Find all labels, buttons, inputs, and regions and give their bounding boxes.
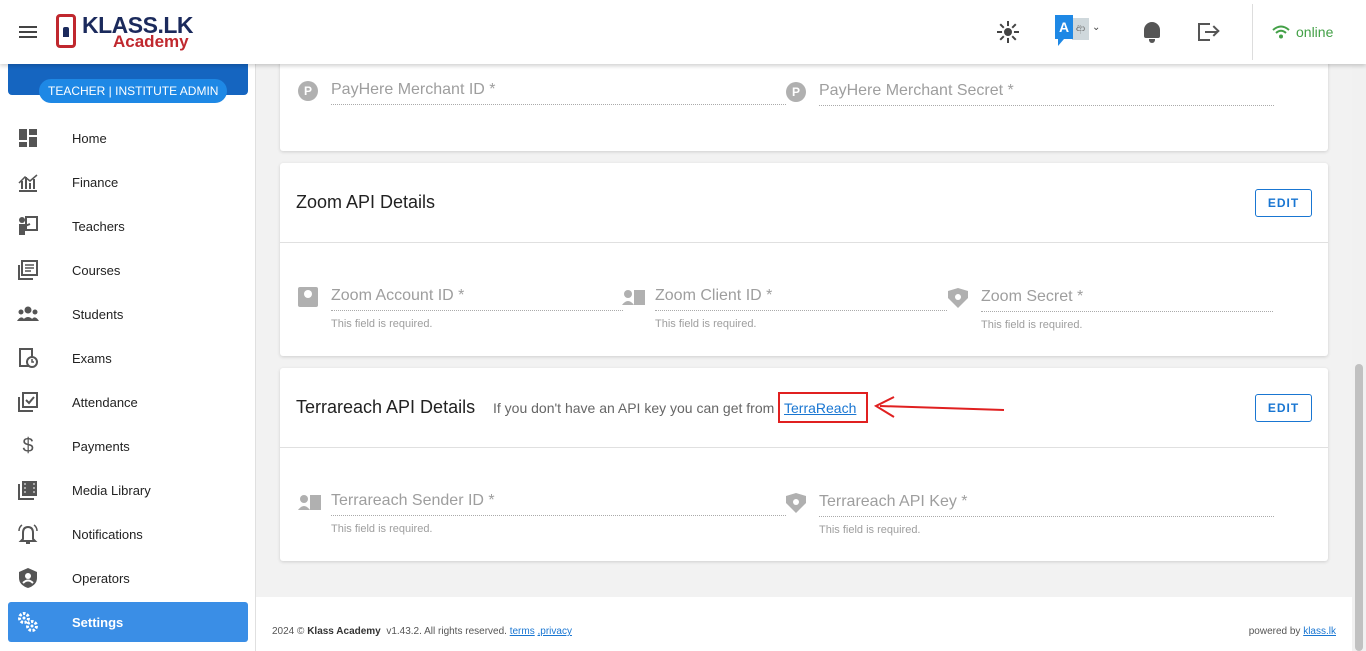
zoom-card-title: Zoom API Details xyxy=(296,192,436,212)
wifi-icon xyxy=(1272,25,1290,39)
sidebar-item-payments[interactable]: $ Payments xyxy=(0,424,256,468)
footer-year: 2024 © xyxy=(272,626,305,637)
required-error: This field is required. xyxy=(981,319,1083,331)
students-icon xyxy=(17,303,39,325)
annotation-arrow-icon xyxy=(873,396,1005,418)
teacher-icon xyxy=(17,215,39,237)
finance-chart-icon xyxy=(17,171,39,193)
page-scrollbar[interactable] xyxy=(1352,64,1366,651)
sidebar: TEACHER | INSTITUTE ADMIN Home Finance T… xyxy=(0,64,256,651)
annotation-highlight-box xyxy=(778,392,868,423)
zoom-secret-input[interactable]: Zoom Secret * xyxy=(981,284,1273,312)
sidebar-item-label: Attendance xyxy=(72,394,138,410)
translate-icon: A xyxy=(1055,15,1073,46)
toolbar-divider xyxy=(1252,4,1253,60)
shield-key-icon xyxy=(948,288,968,308)
zoom-account-id-input[interactable]: Zoom Account ID * xyxy=(331,283,623,311)
settings-gears-icon xyxy=(17,611,39,633)
terrareach-sender-id-input[interactable]: Terrareach Sender ID * xyxy=(331,488,786,516)
sidebar-item-label: Notifications xyxy=(72,526,143,542)
sidebar-item-teachers[interactable]: Teachers xyxy=(0,204,256,248)
sidebar-item-label: Finance xyxy=(72,174,119,190)
sidebar-item-label: Teachers xyxy=(72,218,125,234)
top-app-bar: KLASS.LK Academy ආ A ⌄ online xyxy=(0,0,1366,64)
sidebar-item-finance[interactable]: Finance xyxy=(0,160,256,204)
required-error: This field is required. xyxy=(331,523,433,535)
phone-logo-icon xyxy=(56,14,76,48)
required-error: This field is required. xyxy=(819,524,921,536)
zoom-card-header: Zoom API Details EDIT xyxy=(280,163,1328,243)
footer-powered: powered by klass.lk xyxy=(1249,626,1336,637)
required-error: This field is required. xyxy=(655,318,757,330)
powered-by-text: powered by xyxy=(1248,626,1301,637)
status-text: online xyxy=(1296,24,1334,40)
sidebar-item-settings[interactable]: Settings xyxy=(8,602,248,642)
scrollbar-thumb[interactable] xyxy=(1355,364,1363,651)
attendance-icon xyxy=(17,391,39,413)
sidebar-item-label: Settings xyxy=(72,614,124,630)
sidebar-item-exams[interactable]: Exams xyxy=(0,336,256,380)
klass-lk-link[interactable]: klass.lk xyxy=(1303,626,1336,637)
klass-logo[interactable]: KLASS.LK Academy xyxy=(55,12,195,53)
account-box-icon xyxy=(298,287,318,307)
terrareach-edit-button[interactable]: EDIT xyxy=(1255,394,1312,422)
footer: 2024 © Klass Academy v1.43.2. All rights… xyxy=(256,597,1352,651)
sidebar-item-label: Payments xyxy=(72,438,130,454)
sidebar-item-attendance[interactable]: Attendance xyxy=(0,380,256,424)
terrareach-card-title: Terrareach API Details xyxy=(296,397,476,417)
sidebar-item-home[interactable]: Home xyxy=(0,116,256,160)
badge-person-icon xyxy=(298,492,321,512)
zoom-api-card: Zoom API Details EDIT Zoom Account ID * … xyxy=(280,163,1328,356)
required-error: This field is required. xyxy=(331,318,433,330)
sidebar-item-notifications[interactable]: Notifications xyxy=(0,512,256,556)
courses-icon xyxy=(17,259,39,281)
shield-key-icon xyxy=(786,493,806,513)
theme-toggle-sun-icon[interactable] xyxy=(996,20,1020,44)
logout-icon[interactable] xyxy=(1196,20,1220,44)
media-icon xyxy=(17,479,39,501)
sidebar-item-students[interactable]: Students xyxy=(0,292,256,336)
sidebar-item-label: Students xyxy=(72,306,124,322)
operator-shield-icon xyxy=(17,567,39,589)
badge-person-icon xyxy=(622,287,645,307)
sidebar-item-label: Home xyxy=(72,130,107,146)
sidebar-item-label: Media Library xyxy=(72,482,151,498)
terrareach-api-key-input[interactable]: Terrareach API Key * xyxy=(819,489,1274,517)
terrareach-hint-text: If you don't have an API key you can get… xyxy=(493,400,775,416)
language-translate-button[interactable]: ආ A ⌄ xyxy=(1055,15,1105,49)
notifications-bell-icon[interactable] xyxy=(1140,20,1164,44)
payhere-merchant-id-input[interactable]: PayHere Merchant ID * xyxy=(331,77,786,105)
role-chip: TEACHER | INSTITUTE ADMIN xyxy=(39,79,228,103)
hamburger-menu-icon[interactable] xyxy=(16,20,40,44)
sidebar-item-label: Operators xyxy=(72,570,130,586)
payhere-card: P PayHere Merchant ID * P PayHere Mercha… xyxy=(280,54,1328,151)
sidebar-item-label: Courses xyxy=(72,262,121,278)
translate-icon-secondary: ආ xyxy=(1072,18,1089,40)
zoom-client-id-input[interactable]: Zoom Client ID * xyxy=(655,283,947,311)
sidebar-item-label: Exams xyxy=(72,350,112,366)
payhere-p-icon: P xyxy=(786,82,806,102)
sidebar-item-operators[interactable]: Operators xyxy=(0,556,256,600)
chevron-down-icon: ⌄ xyxy=(1092,22,1101,33)
sidebar-item-media-library[interactable]: Media Library xyxy=(0,468,256,512)
bell-alert-icon xyxy=(17,523,39,545)
logo-sub-text: Academy xyxy=(113,32,189,51)
dollar-icon: $ xyxy=(22,435,34,457)
exams-icon xyxy=(17,347,39,369)
footer-copyright: 2024 © Klass Academy v1.43.2. All rights… xyxy=(272,626,572,637)
sidebar-item-courses[interactable]: Courses xyxy=(0,248,256,292)
privacy-link[interactable]: ,privacy xyxy=(538,626,572,637)
footer-rights: v1.43.2. All rights reserved. xyxy=(386,626,507,637)
payhere-p-icon: P xyxy=(298,81,318,101)
main-content: P PayHere Merchant ID * P PayHere Mercha… xyxy=(256,54,1352,651)
terms-link[interactable]: terms xyxy=(510,626,535,637)
zoom-edit-button[interactable]: EDIT xyxy=(1255,189,1312,217)
payhere-merchant-secret-input[interactable]: PayHere Merchant Secret * xyxy=(819,78,1274,106)
connection-status: online xyxy=(1272,22,1333,42)
sidebar-nav: Home Finance Teachers Courses Students E… xyxy=(0,116,256,642)
footer-company: Klass Academy xyxy=(307,626,381,637)
dashboard-icon xyxy=(17,127,39,149)
